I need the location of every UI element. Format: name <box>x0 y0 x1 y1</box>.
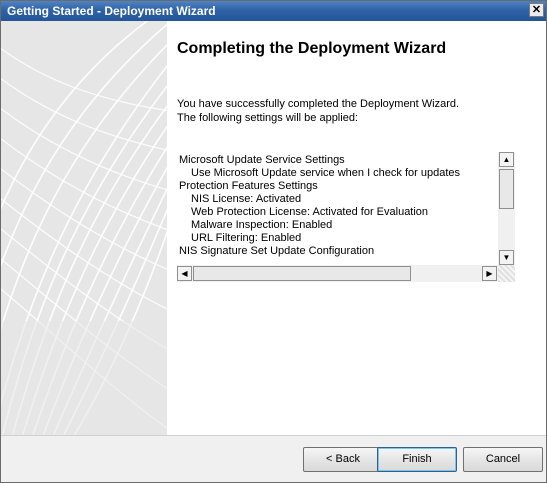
horizontal-scroll-thumb[interactable] <box>193 266 411 281</box>
page-title: Completing the Deployment Wizard <box>177 40 447 57</box>
vertical-scrollbar[interactable]: ▲ ▼ <box>498 152 515 265</box>
settings-summary-box[interactable]: Microsoft Update Service Settings Use Mic… <box>177 152 516 283</box>
settings-line: Web Protection License: Activated for Ev… <box>191 206 429 218</box>
settings-line: Use Microsoft Update service when I chec… <box>191 167 461 179</box>
wizard-side-banner <box>1 21 167 435</box>
scroll-right-arrow-icon: ▶ <box>486 269 493 278</box>
wizard-content: Completing the Deployment Wizard You hav… <box>1 21 546 435</box>
description-line-1: You have successfully completed the Depl… <box>177 98 460 110</box>
description-line-2: The following settings will be applied: <box>177 112 358 124</box>
scroll-down-button[interactable]: ▼ <box>499 250 514 265</box>
scroll-up-arrow-icon: ▲ <box>502 155 511 164</box>
scroll-left-arrow-icon: ◀ <box>181 269 188 278</box>
settings-summary-list: Microsoft Update Service Settings Use Mic… <box>179 154 497 262</box>
scroll-left-button[interactable]: ◀ <box>177 266 192 281</box>
vertical-scroll-thumb[interactable] <box>499 169 514 209</box>
settings-line: NIS Signature Set Update Configuration <box>179 245 375 257</box>
title-bar[interactable]: Getting Started - Deployment Wizard ✕ <box>1 1 546 21</box>
settings-line: Microsoft Update Service Settings <box>179 154 345 166</box>
scroll-down-arrow-icon: ▼ <box>502 253 511 262</box>
finish-button[interactable]: Finish <box>377 447 457 472</box>
settings-line: NIS License: Activated <box>191 193 302 205</box>
close-button[interactable]: ✕ <box>529 3 544 17</box>
settings-line: URL Filtering: Enabled <box>191 232 302 244</box>
decorative-swirl-graphic <box>1 21 167 435</box>
settings-line: Malware Inspection: Enabled <box>191 219 333 231</box>
cancel-button[interactable]: Cancel <box>463 447 543 472</box>
completion-description: You have successfully completed the Depl… <box>177 97 517 125</box>
back-button[interactable]: < Back <box>303 447 383 472</box>
scroll-up-button[interactable]: ▲ <box>499 152 514 167</box>
scroll-right-button[interactable]: ▶ <box>482 266 497 281</box>
window-title: Getting Started - Deployment Wizard <box>7 4 216 18</box>
horizontal-scrollbar[interactable]: ◀ ▶ <box>177 265 498 282</box>
settings-line: Protection Features Settings <box>179 180 318 192</box>
close-icon: ✕ <box>531 4 542 16</box>
wizard-window: Getting Started - Deployment Wizard ✕ Co… <box>0 0 547 483</box>
wizard-footer: < Back Finish Cancel <box>1 435 546 482</box>
scrollbar-corner <box>498 265 515 282</box>
